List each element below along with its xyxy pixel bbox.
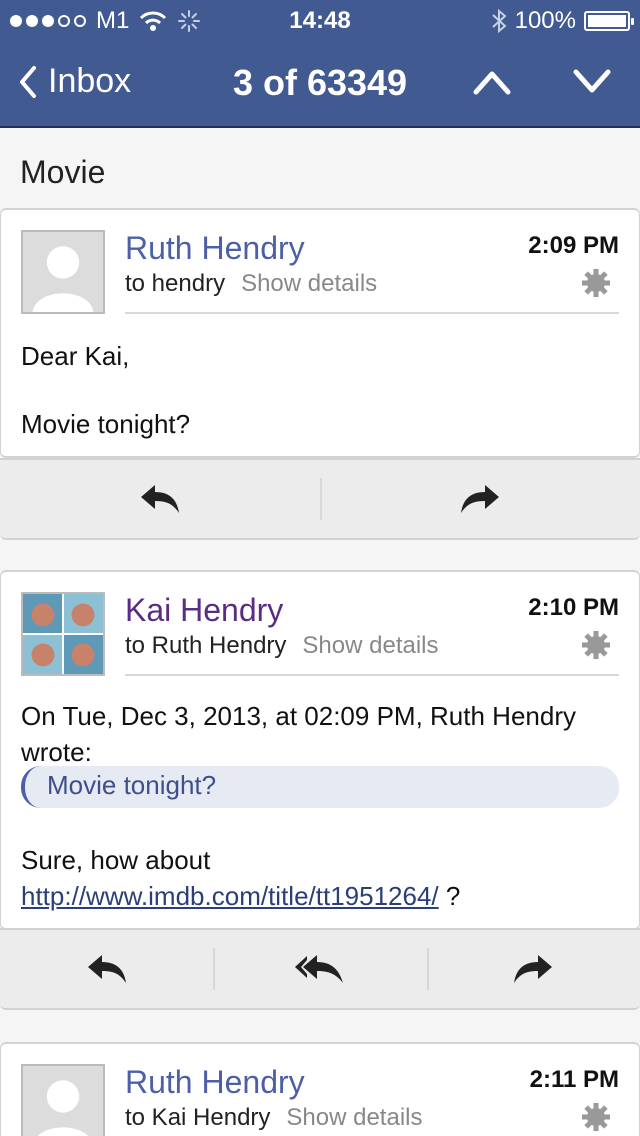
- quoted-text: Movie tonight?: [21, 766, 619, 808]
- reply-all-icon: [294, 955, 343, 983]
- reply-button[interactable]: [0, 460, 320, 538]
- reply-button[interactable]: [0, 930, 213, 1008]
- reply-icon: [141, 485, 179, 513]
- message-card: Kai Hendry to Ruth Hendry Show details 2…: [0, 570, 640, 930]
- thread-subject: Movie: [20, 154, 106, 190]
- sender-name[interactable]: Kai Hendry: [125, 592, 283, 629]
- gear-icon[interactable]: [581, 1102, 611, 1132]
- avatar-placeholder: [21, 230, 105, 314]
- message-actions: [0, 458, 640, 540]
- message-time: 2:09 PM: [528, 232, 619, 259]
- forward-button[interactable]: [320, 460, 640, 538]
- forward-icon: [461, 485, 499, 513]
- header-divider: [125, 674, 619, 676]
- next-message-button[interactable]: [572, 68, 612, 96]
- message-card: Ruth Hendry to hendry Show details 2:09 …: [0, 208, 640, 458]
- recipient-line: to hendry: [125, 270, 226, 297]
- message-body: Dear Kai, Movie tonight?: [21, 338, 619, 442]
- forward-icon: [514, 955, 553, 983]
- top-bar: M1 14:48 100% Inbox 3 of 63349: [0, 0, 640, 128]
- avatar-placeholder: [21, 1064, 105, 1136]
- quote-header-line: wrote:: [21, 737, 92, 767]
- gear-icon[interactable]: [581, 630, 611, 660]
- header-divider: [125, 312, 619, 314]
- body-line: Dear Kai,: [21, 341, 130, 371]
- forward-button[interactable]: [426, 930, 640, 1008]
- reply-all-button[interactable]: [213, 930, 426, 1008]
- recipient-line: to Ruth Hendry: [125, 632, 287, 659]
- gear-icon[interactable]: [581, 268, 611, 298]
- link-suffix: ?: [438, 881, 461, 911]
- imdb-link[interactable]: http://www.imdb.com/title/tt1951264/: [21, 881, 439, 911]
- recipient-line: to Kai Hendry: [125, 1104, 271, 1131]
- navigation-bar: Inbox 3 of 63349: [0, 42, 640, 126]
- message-card: Ruth Hendry to Kai Hendry Show details 2…: [0, 1042, 640, 1136]
- battery-icon: [584, 11, 634, 31]
- sender-name[interactable]: Ruth Hendry: [125, 230, 305, 267]
- status-bar: M1 14:48 100%: [0, 0, 640, 42]
- quote-header: On Tue, Dec 3, 2013, at 02:09 PM, Ruth H…: [21, 698, 619, 770]
- battery-percent: 100%: [514, 7, 576, 34]
- body-line: Movie tonight?: [21, 409, 191, 439]
- message-actions: [0, 928, 640, 1010]
- reply-line: Sure, how about: [21, 845, 211, 875]
- show-details-link[interactable]: Show details: [286, 1104, 422, 1132]
- quoted-line: Movie tonight?: [47, 770, 217, 800]
- bluetooth-icon: [491, 8, 507, 34]
- sender-name[interactable]: Ruth Hendry: [125, 1064, 305, 1101]
- reply-body: Sure, how about http://www.imdb.com/titl…: [21, 842, 619, 914]
- reply-icon: [87, 955, 126, 983]
- avatar: [21, 592, 105, 676]
- show-details-link[interactable]: Show details: [241, 270, 377, 298]
- message-time: 2:10 PM: [528, 594, 619, 621]
- show-details-link[interactable]: Show details: [302, 632, 438, 660]
- message-time: 2:11 PM: [529, 1066, 619, 1093]
- quote-header-line: On Tue, Dec 3, 2013, at 02:09 PM, Ruth H…: [21, 701, 576, 731]
- previous-message-button[interactable]: [472, 68, 512, 96]
